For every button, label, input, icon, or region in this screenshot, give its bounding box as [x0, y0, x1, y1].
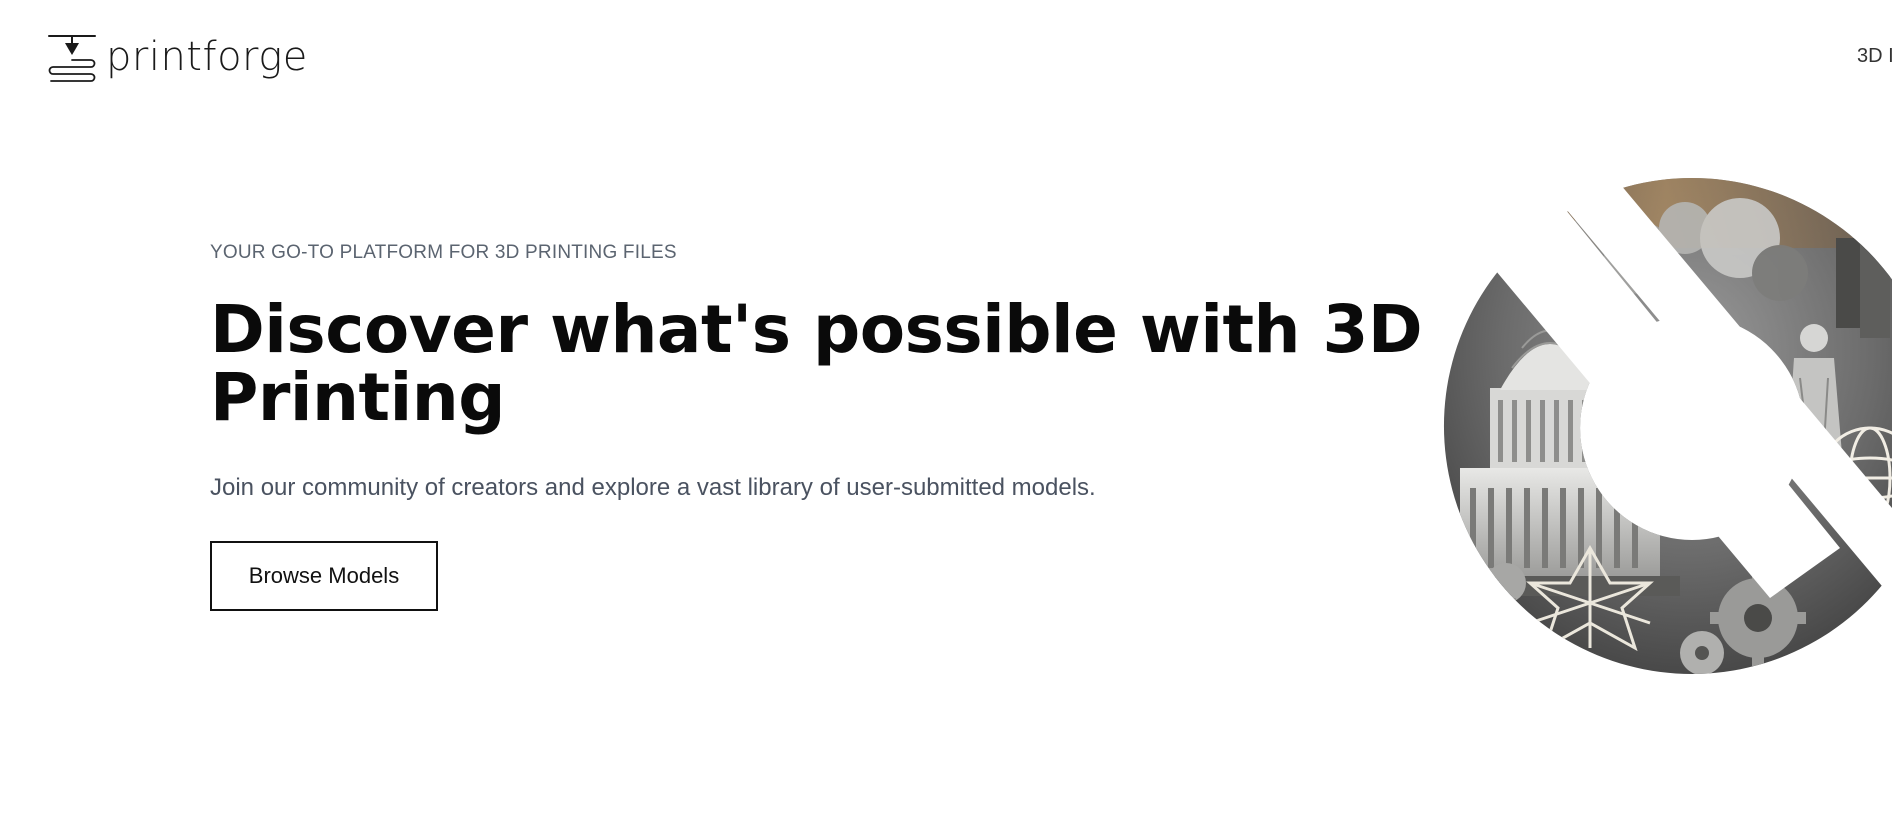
hero-eyebrow: YOUR GO-TO PLATFORM FOR 3D PRINTING FILE…: [210, 242, 677, 263]
hero-title: Discover what's possible with 3D Printin…: [210, 291, 1423, 436]
brand-logo[interactable]: printforge: [47, 32, 308, 82]
3d-printed-models-collage: [1443, 178, 1892, 674]
browse-models-button[interactable]: Browse Models: [210, 541, 438, 611]
hero-image: [1440, 178, 1892, 674]
brand-name: printforge: [106, 34, 308, 80]
printer-nozzle-icon: [48, 35, 96, 82]
nav-link-3d[interactable]: 3D I: [1857, 46, 1892, 66]
hero-subtitle: Join our community of creators and explo…: [210, 474, 1096, 501]
site-header: printforge 3D I: [0, 0, 1892, 110]
